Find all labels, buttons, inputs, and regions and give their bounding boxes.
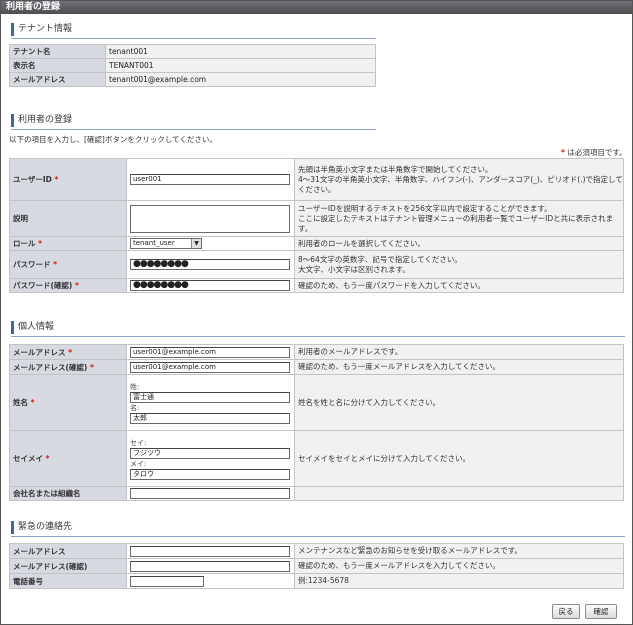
password-confirm-input[interactable]: ●●●●●●●● xyxy=(130,280,290,291)
email-help: 利用者のメールアドレスです。 xyxy=(294,344,624,360)
mei-label: 名: xyxy=(130,403,140,412)
email-confirm-input[interactable]: user001@example.com xyxy=(130,361,290,373)
required-mark: * xyxy=(561,148,565,157)
user-heading-text: 利用者の登録 xyxy=(18,115,73,125)
description-help: ユーザーIDを説明するテキストを256文字以内で設定することができます。 ここに設… xyxy=(294,200,624,237)
password-help: 8〜64文字の英数字、記号で指定してください。 大文字、小文字は区別されます。 xyxy=(294,250,624,279)
sei-label: 姓: xyxy=(130,382,140,391)
tenant-name-value: tenant001 xyxy=(105,44,376,59)
emergency-section-heading: 緊急の連絡先 xyxy=(11,521,625,537)
window-title: 利用者の登録 xyxy=(1,1,632,14)
role-help: 利用者のロールを選択してください。 xyxy=(294,236,624,251)
phone-help: 例:1234-5678 xyxy=(294,573,624,589)
sei-input[interactable]: 富士通 xyxy=(130,391,290,403)
emergency-email-label: メールアドレス xyxy=(9,543,127,559)
required-note-text: は必須項目です。 xyxy=(567,148,627,157)
confirm-button[interactable]: 確認 xyxy=(585,604,617,619)
back-button[interactable]: 戻る xyxy=(552,604,580,619)
user-id-label: ユーザーID * xyxy=(9,158,127,201)
tenant-name-label: テナント名 xyxy=(9,44,106,59)
emergency-email-confirm-label: メールアドレス(確認) xyxy=(9,558,127,574)
company-help xyxy=(294,486,624,501)
mei-input[interactable]: 太郎 xyxy=(130,412,290,424)
role-select[interactable]: tenant_user ▼ xyxy=(130,238,202,249)
email-input[interactable]: user001@example.com xyxy=(130,346,290,358)
kana-sei-input[interactable]: フジツウ xyxy=(130,447,290,459)
role-label: ロール * xyxy=(9,236,127,251)
tenant-info-table: テナント名 tenant001 表示名 TENANT001 メールアドレス te… xyxy=(9,44,376,87)
emergency-email-help: メンテナンスなど緊急のお知らせを受け取るメールアドレスです。 xyxy=(294,543,624,559)
emergency-contact-table: メールアドレス メンテナンスなど緊急のお知らせを受け取るメールアドレスです。 メ… xyxy=(9,543,624,589)
password-label: パスワード * xyxy=(9,250,127,279)
personal-section-heading: 個人情報 xyxy=(11,321,625,337)
description-textarea[interactable] xyxy=(130,204,290,233)
name-label: 姓名 * xyxy=(9,374,127,431)
emergency-heading-text: 緊急の連絡先 xyxy=(18,522,73,532)
tenant-heading-text: テナント情報 xyxy=(18,24,73,34)
emergency-email-input[interactable] xyxy=(130,545,290,557)
chevron-down-icon[interactable]: ▼ xyxy=(191,239,201,248)
user-registration-table: ユーザーID * user001 先頭は半角英小文字または半角数字で開始してくだ… xyxy=(9,158,624,293)
kana-mei-label: メイ: xyxy=(130,459,147,468)
password-confirm-label: パスワード(確認) * xyxy=(9,278,127,293)
tenant-section-heading: テナント情報 xyxy=(11,23,376,39)
company-input[interactable] xyxy=(130,488,290,499)
kana-mei-input[interactable]: タロウ xyxy=(130,468,290,480)
company-label: 会社名または組織名 xyxy=(9,486,127,501)
email-confirm-help: 確認のため、もう一度メールアドレスを入力してください。 xyxy=(294,359,624,375)
name-help: 姓名を姓と名に分けて入力してください。 xyxy=(294,374,624,431)
required-note: * は必須項目です。 xyxy=(561,147,627,158)
email-label: メールアドレス * xyxy=(9,344,127,360)
email-confirm-label: メールアドレス(確認) * xyxy=(9,359,127,375)
kana-help: セイメイをセイとメイに分けて入力してください。 xyxy=(294,430,624,487)
personal-heading-text: 個人情報 xyxy=(18,322,55,332)
kana-label: セイメイ * xyxy=(9,430,127,487)
instruction-text: 以下の項目を入力し、[確認]ボタンをクリックしてください。 xyxy=(9,135,217,144)
password-confirm-help: 確認のため、もう一度パスワードを入力してください。 xyxy=(294,278,624,293)
display-name-label: 表示名 xyxy=(9,58,106,73)
password-input[interactable]: ●●●●●●●● xyxy=(130,259,290,270)
personal-info-table: メールアドレス * user001@example.com 利用者のメールアドレ… xyxy=(9,344,624,501)
registration-window: 利用者の登録 テナント情報 テナント名 tenant001 表示名 TENANT… xyxy=(0,0,633,625)
description-label: 説明 xyxy=(9,200,127,237)
user-id-input[interactable]: user001 xyxy=(130,174,290,185)
user-id-help: 先頭は半角英小文字または半角数字で開始してください。 4〜31文字の半角英小文字、… xyxy=(294,158,624,201)
role-selected-value: tenant_user xyxy=(133,239,175,247)
user-section-heading: 利用者の登録 xyxy=(11,114,376,130)
display-name-value: TENANT001 xyxy=(105,58,376,73)
emergency-email-confirm-input[interactable] xyxy=(130,560,290,572)
tenant-email-label: メールアドレス xyxy=(9,72,106,87)
phone-input[interactable] xyxy=(130,575,204,587)
emergency-email-confirm-help: 確認のため、もう一度メールアドレスを入力してください。 xyxy=(294,558,624,574)
phone-label: 電話番号 xyxy=(9,573,127,589)
tenant-email-value: tenant001@example.com xyxy=(105,72,376,87)
kana-sei-label: セイ: xyxy=(130,438,147,447)
